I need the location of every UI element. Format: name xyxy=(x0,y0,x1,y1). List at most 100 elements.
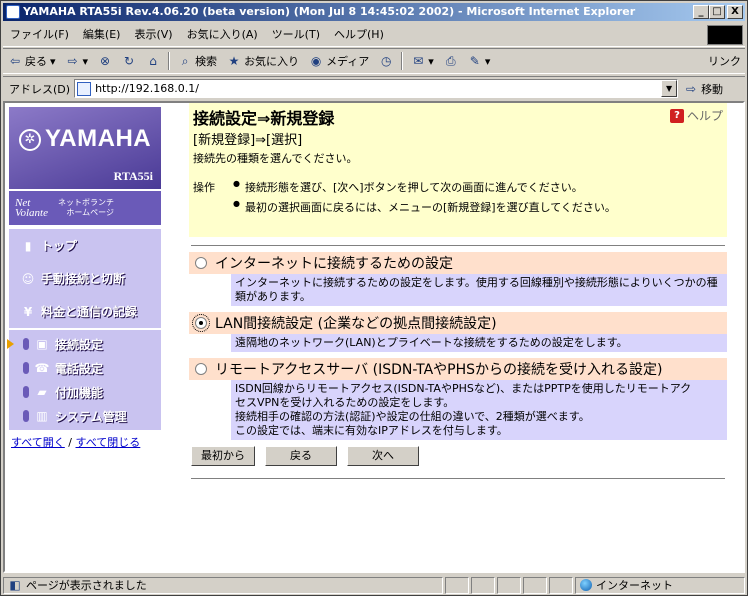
operations-label: 操作 xyxy=(193,181,215,194)
main-nav: ▮ トップ ☺ 手動接続と切断 ¥ 料金と通信の記録 xyxy=(9,229,161,328)
radio-internet[interactable] xyxy=(195,257,207,269)
nav-item-extra-features[interactable]: ▰ 付加機能 xyxy=(9,380,161,404)
close-button[interactable]: X xyxy=(727,5,743,19)
model-name: RTA55i xyxy=(113,169,153,183)
person-icon: ☺ xyxy=(21,271,35,286)
windows-logo-icon xyxy=(707,25,743,45)
home-button[interactable]: ⌂ xyxy=(141,50,165,72)
yamaha-logo: ✲ YAMAHA RTA55i xyxy=(9,107,161,189)
zone-text: インターネット xyxy=(596,579,673,592)
print-button[interactable]: ⎙ xyxy=(439,50,463,72)
bullet-icon xyxy=(23,410,29,422)
status-cell xyxy=(471,576,495,594)
option-lan-head[interactable]: LAN間接続設定 (企業などの拠点間接続設定) xyxy=(189,312,727,334)
first-button[interactable]: 最初から xyxy=(191,446,255,466)
menu-bar: ファイル(F) 編集(E) 表示(V) お気に入り(A) ツール(T) ヘルプ(… xyxy=(3,23,745,47)
minimize-button[interactable]: _ xyxy=(693,5,709,19)
chevron-down-icon: ▾ xyxy=(428,54,434,68)
chevron-down-icon: ▾ xyxy=(50,54,56,68)
status-bar: ◧ ページが表示されました インターネット xyxy=(3,575,745,595)
mail-icon: ✉ xyxy=(413,54,424,68)
window-title: YAMAHA RTA55i Rev.4.06.20 (beta version)… xyxy=(23,5,636,18)
search-button[interactable]: ⌕ 検索 xyxy=(173,50,222,72)
edit-icon: ✎ xyxy=(469,54,480,68)
refresh-icon: ↻ xyxy=(124,54,135,68)
divider xyxy=(191,478,725,479)
nav-item-charges-log[interactable]: ¥ 料金と通信の記録 xyxy=(9,295,161,328)
nav-item-connection-settings[interactable]: ▣ 接続設定 xyxy=(7,332,161,356)
bullet-icon xyxy=(23,362,29,374)
option-internet-head[interactable]: インターネットに接続するための設定 xyxy=(189,252,727,274)
favorites-button[interactable]: ★ お気に入り xyxy=(222,50,304,72)
sidebar: ✲ YAMAHA RTA55i Net Volante ネットボランチ ホームページ… xyxy=(7,107,161,450)
option-internet: インターネットに接続するための設定 インターネットに接続するための設定をします。… xyxy=(189,252,727,306)
menu-view[interactable]: 表示(V) xyxy=(127,26,179,44)
forward-button[interactable]: ⇨ ▾ xyxy=(61,50,94,72)
next-button[interactable]: 次へ xyxy=(347,446,419,466)
menu-help[interactable]: ヘルプ(H) xyxy=(327,26,391,44)
search-icon: ⌕ xyxy=(181,54,189,68)
expand-links: すべて開く / すべて閉じる xyxy=(11,436,141,449)
back-button[interactable]: ⇦ 戻る ▾ xyxy=(3,50,61,72)
option-remote: リモートアクセスサーバ (ISDN-TAやPHSからの接続を受け入れる設定) I… xyxy=(189,358,727,440)
radio-remote[interactable] xyxy=(195,363,207,375)
option-remote-head[interactable]: リモートアクセスサーバ (ISDN-TAやPHSからの接続を受け入れる設定) xyxy=(189,358,727,380)
forward-arrow-icon: ⇨ xyxy=(67,54,78,68)
stop-button[interactable]: ⊗ xyxy=(93,50,117,72)
refresh-button[interactable]: ↻ xyxy=(117,50,141,72)
page-description: 接続先の種類を選んでください。 xyxy=(193,152,358,165)
page-title: 接続設定⇒新規登録 xyxy=(193,109,335,128)
header-box: 接続設定⇒新規登録 [新規登録]⇒[選択] 接続先の種類を選んでください。 ? ヘ… xyxy=(189,103,727,237)
back-page-button[interactable]: 戻る xyxy=(265,446,337,466)
help-link[interactable]: ? ヘルプ xyxy=(669,107,723,124)
nav-item-system-admin[interactable]: ▥ システム管理 xyxy=(9,404,161,428)
radio-lan[interactable] xyxy=(192,314,210,332)
address-dropdown-button[interactable]: ▼ xyxy=(661,80,678,97)
briefcase-icon: ▰ xyxy=(37,385,47,399)
divider xyxy=(191,245,725,246)
status-cell xyxy=(523,576,547,594)
title-bar[interactable]: YAMAHA RTA55i Rev.4.06.20 (beta version)… xyxy=(3,3,745,21)
maximize-button[interactable]: □ xyxy=(709,5,725,19)
mail-button[interactable]: ✉ ▾ xyxy=(406,50,439,72)
network-icon: ▣ xyxy=(36,337,48,351)
media-icon: ◉ xyxy=(310,54,322,68)
chevron-down-icon: ▾ xyxy=(484,54,491,68)
menu-file[interactable]: ファイル(F) xyxy=(3,26,76,44)
nav-item-manual-connect[interactable]: ☺ 手動接続と切断 xyxy=(9,262,161,295)
links-button[interactable]: リンク xyxy=(708,53,741,69)
nav-item-top[interactable]: ▮ トップ xyxy=(9,229,161,262)
netvolante-banner[interactable]: Net Volante ネットボランチ ホームページ xyxy=(9,191,161,225)
option-remote-desc: ISDN回線からリモートアクセス(ISDN-TAやPHSなど)、またはPPTPを… xyxy=(231,380,727,440)
option-internet-desc: インターネットに接続するための設定をします。使用する回線種別や接続形態によりいく… xyxy=(231,274,727,306)
star-icon: ★ xyxy=(228,54,240,68)
netvolante-link[interactable]: ネットボランチ ホームページ xyxy=(58,198,114,218)
system-icon: ▥ xyxy=(36,409,48,423)
internet-zone-icon xyxy=(580,579,592,591)
yen-icon: ¥ xyxy=(23,304,33,319)
menu-favorites[interactable]: お気に入り(A) xyxy=(180,26,265,44)
ie-icon xyxy=(6,5,20,19)
collapse-all-link[interactable]: すべて閉じる xyxy=(76,436,141,449)
chevron-down-icon: ▾ xyxy=(82,54,89,68)
address-input[interactable]: http://192.168.0.1/ ▼ xyxy=(74,79,679,98)
netvolante-logo: Net Volante xyxy=(15,197,48,219)
nav-item-phone-settings[interactable]: ☎ 電話設定 xyxy=(9,356,161,380)
expand-all-link[interactable]: すべて開く xyxy=(11,436,65,449)
current-arrow-icon xyxy=(7,339,14,349)
history-icon: ◷ xyxy=(381,54,392,68)
media-button[interactable]: ◉ メディア xyxy=(304,50,374,72)
status-cell xyxy=(549,576,573,594)
phone-icon: ☎ xyxy=(34,361,50,375)
router-icon: ▮ xyxy=(24,238,32,253)
history-button[interactable]: ◷ xyxy=(374,50,398,72)
status-cell xyxy=(445,576,469,594)
edit-button[interactable]: ✎ ▾ xyxy=(463,50,496,72)
toolbar-separator xyxy=(168,52,171,70)
page-subtitle: [新規登録]⇒[選択] xyxy=(193,133,303,148)
go-button[interactable]: ⇨ 移動 xyxy=(684,81,723,97)
menu-tools[interactable]: ツール(T) xyxy=(265,26,327,44)
menu-edit[interactable]: 編集(E) xyxy=(76,26,128,44)
main-panel: 接続設定⇒新規登録 [新規登録]⇒[選択] 接続先の種類を選んでください。 ? ヘ… xyxy=(189,103,727,479)
operations: 操作 接続形態を選び、[次へ]ボタンを押して次の画面に進んでください。 最初の選… xyxy=(193,179,616,219)
